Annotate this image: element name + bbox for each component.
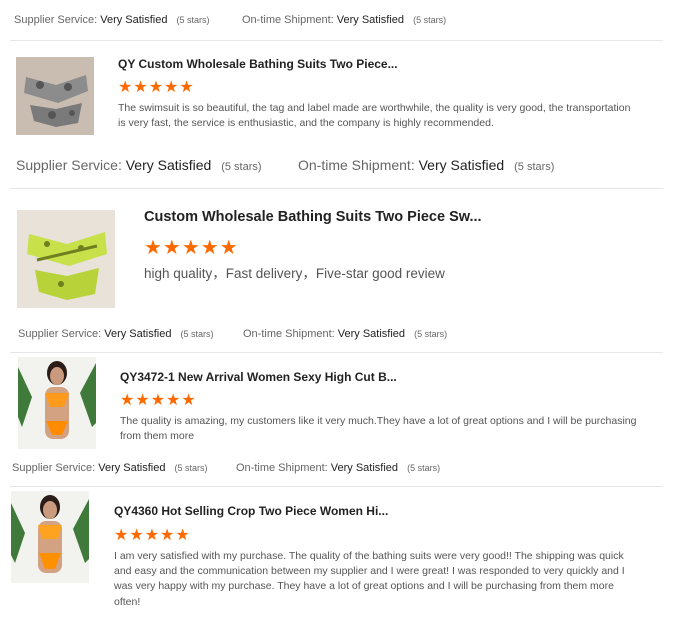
product-title-link[interactable]: QY3472-1 New Arrival Women Sexy High Cut… <box>120 370 420 384</box>
review-meta-0-shipment: On-time Shipment: Very Satisfied (5 star… <box>242 14 446 26</box>
shipment-stars: (5 stars) <box>413 15 447 25</box>
divider <box>10 486 663 487</box>
review-text: The swimsuit is so beautiful, the tag an… <box>118 102 631 130</box>
supplier-service-stars: (5 stars) <box>180 329 214 339</box>
product-thumbnail-orange-high-cut[interactable] <box>18 357 96 449</box>
product-thumbnail-orange-crop-top[interactable] <box>11 491 89 583</box>
supplier-service-label: Supplier Service: <box>14 14 98 26</box>
review-meta-2-shipment: On-time Shipment: Very Satisfied (5 star… <box>243 328 447 340</box>
supplier-service-label: Supplier Service: <box>18 328 102 340</box>
shipment-label: On-time Shipment: <box>236 462 328 474</box>
shipment-stars: (5 stars) <box>414 329 448 339</box>
review-meta-0: Supplier Service: Very Satisfied (5 star… <box>14 14 210 26</box>
review-text: high quality，Fast delivery，Five-star goo… <box>144 266 445 281</box>
product-thumbnail-neon-bikini[interactable] <box>17 210 115 308</box>
review-meta-3: Supplier Service: Very Satisfied (5 star… <box>12 462 208 474</box>
shipment-value: Very Satisfied <box>336 14 405 26</box>
divider <box>10 188 663 189</box>
divider <box>10 40 663 41</box>
review-meta-1-shipment: On-time Shipment: Very Satisfied (5 star… <box>298 157 554 173</box>
shipment-stars: (5 stars) <box>514 161 555 173</box>
divider <box>10 352 663 353</box>
supplier-service-value: Very Satisfied <box>104 328 172 340</box>
supplier-service-value: Very Satisfied <box>125 157 212 173</box>
product-image <box>17 210 115 308</box>
product-title-link[interactable]: Custom Wholesale Bathing Suits Two Piece… <box>144 209 504 225</box>
supplier-service-stars: (5 stars) <box>221 161 262 173</box>
rating-stars: ★★★★★ <box>120 392 197 409</box>
shipment-stars: (5 stars) <box>407 463 441 473</box>
shipment-value: Very Satisfied <box>330 462 399 474</box>
product-title-link[interactable]: QY Custom Wholesale Bathing Suits Two Pi… <box>118 57 418 71</box>
product-title-link[interactable]: QY4360 Hot Selling Crop Two Piece Women … <box>114 504 414 518</box>
review-text: The quality is amazing, my customers lik… <box>120 415 637 443</box>
shipment-value: Very Satisfied <box>337 328 406 340</box>
supplier-service-label: Supplier Service: <box>16 157 122 173</box>
shipment-label: On-time Shipment: <box>298 157 415 173</box>
product-image <box>11 491 89 583</box>
rating-stars: ★★★★★ <box>144 237 239 259</box>
shipment-label: On-time Shipment: <box>243 328 335 340</box>
rating-stars: ★★★★★ <box>118 79 195 96</box>
shipment-label: On-time Shipment: <box>242 14 334 26</box>
supplier-service-value: Very Satisfied <box>98 462 166 474</box>
supplier-service-value: Very Satisfied <box>100 14 168 26</box>
product-image <box>18 357 96 449</box>
review-meta-2: Supplier Service: Very Satisfied (5 star… <box>18 328 214 340</box>
shipment-value: Very Satisfied <box>418 157 505 173</box>
supplier-service-label: Supplier Service: <box>12 462 96 474</box>
product-image <box>16 57 94 135</box>
review-meta-3-shipment: On-time Shipment: Very Satisfied (5 star… <box>236 462 440 474</box>
supplier-service-stars: (5 stars) <box>176 15 210 25</box>
review-meta-1: Supplier Service: Very Satisfied (5 star… <box>16 157 262 173</box>
review-text: I am very satisfied with my purchase. Th… <box>114 550 625 608</box>
rating-stars: ★★★★★ <box>114 527 191 544</box>
supplier-service-stars: (5 stars) <box>174 463 208 473</box>
product-thumbnail-snakeskin-bikini[interactable] <box>16 57 94 135</box>
